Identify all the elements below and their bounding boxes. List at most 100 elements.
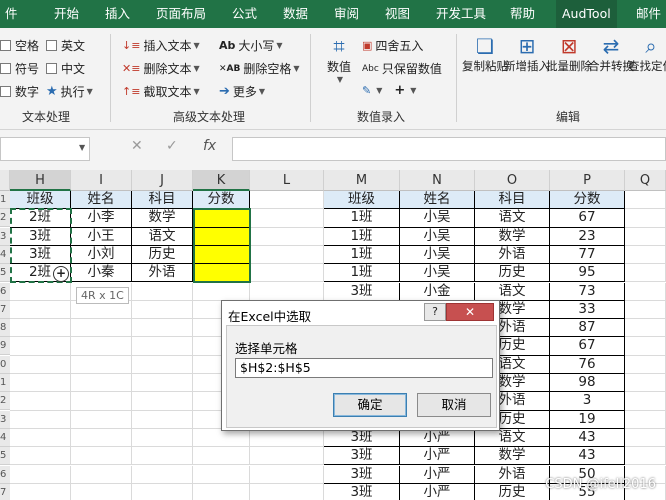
table-cell[interactable]: 3班	[324, 483, 400, 500]
table-cell[interactable]: 小金	[400, 282, 475, 301]
empty-cell[interactable]	[625, 300, 666, 320]
more-button[interactable]: ➔ 更多 ▼	[219, 83, 265, 100]
row-header[interactable]: 7	[0, 300, 10, 319]
table-cell[interactable]: 43	[550, 447, 625, 466]
empty-cell[interactable]	[625, 264, 666, 283]
empty-cell[interactable]	[10, 410, 71, 429]
empty-cell[interactable]	[132, 282, 193, 301]
row-header[interactable]: 2	[0, 392, 10, 411]
empty-cell[interactable]	[625, 319, 666, 338]
empty-cell[interactable]	[250, 282, 324, 301]
table-cell[interactable]: 小李	[71, 209, 132, 228]
table-cell[interactable]: 43	[550, 428, 625, 448]
row-header[interactable]: 4	[0, 245, 10, 264]
table-header-cell[interactable]: 科目	[132, 191, 193, 210]
table-header-cell[interactable]: 姓名	[71, 191, 132, 210]
table-cell[interactable]: 3班	[324, 282, 400, 301]
tab-view[interactable]: 视图	[383, 0, 412, 28]
empty-cell[interactable]	[132, 392, 193, 411]
tab-page-layout[interactable]: 页面布局	[154, 0, 208, 28]
empty-cell[interactable]	[10, 428, 71, 448]
empty-cell[interactable]	[250, 264, 324, 283]
empty-cell[interactable]	[250, 245, 324, 265]
empty-cell[interactable]	[132, 447, 193, 466]
empty-cell[interactable]	[625, 245, 666, 265]
empty-cell[interactable]	[625, 392, 666, 411]
table-cell[interactable]: 外语	[132, 264, 193, 283]
tab-insert[interactable]: 插入	[103, 0, 132, 28]
table-cell[interactable]: 3班	[324, 447, 400, 466]
empty-cell[interactable]	[132, 319, 193, 338]
empty-cell[interactable]	[71, 337, 132, 356]
table-header-cell[interactable]: 班级	[324, 191, 400, 210]
empty-cell[interactable]	[625, 428, 666, 448]
table-cell[interactable]: 67	[550, 337, 625, 356]
empty-cell[interactable]	[10, 300, 71, 320]
table-cell[interactable]: 数学	[475, 227, 550, 246]
table-cell[interactable]: 小严	[400, 465, 475, 484]
table-header-cell[interactable]: 班级	[10, 191, 71, 210]
tab-review[interactable]: 审阅	[332, 0, 361, 28]
copy-paste-button[interactable]: ❏ 复制粘贴	[462, 34, 508, 74]
table-cell[interactable]: 小秦	[71, 264, 132, 283]
table-cell[interactable]: 小严	[400, 483, 475, 500]
find-locate-button[interactable]: ⌕ 查找定位	[628, 34, 666, 74]
empty-cell[interactable]	[10, 465, 71, 484]
table-cell[interactable]: 小王	[71, 227, 132, 246]
column-header-Q[interactable]: Q	[625, 170, 666, 191]
empty-cell[interactable]	[625, 209, 666, 228]
table-cell[interactable]: 历史	[132, 245, 193, 265]
table-cell[interactable]: 历史	[475, 264, 550, 283]
insert-new-button[interactable]: ⊞ 新增插入	[504, 34, 550, 74]
empty-cell[interactable]	[132, 374, 193, 393]
tab-mailings[interactable]: 邮件	[634, 0, 663, 28]
help-button[interactable]: ?	[424, 303, 446, 321]
empty-cell[interactable]	[71, 355, 132, 374]
table-cell[interactable]: 历史	[475, 483, 550, 500]
table-cell[interactable]: 1班	[324, 209, 400, 228]
tab-home[interactable]: 开始	[52, 0, 81, 28]
table-cell[interactable]: 1班	[324, 264, 400, 283]
table-cell[interactable]: 19	[550, 410, 625, 429]
table-cell[interactable]: 语文	[475, 282, 550, 301]
empty-cell[interactable]	[193, 447, 250, 466]
empty-cell[interactable]	[250, 447, 324, 466]
empty-cell[interactable]	[132, 428, 193, 448]
empty-cell[interactable]	[10, 355, 71, 374]
table-cell[interactable]: 外语	[475, 465, 550, 484]
english-checkbox[interactable]: 英文	[46, 37, 85, 54]
row-header[interactable]: 1	[0, 191, 10, 209]
number-tools-buttons[interactable]: ✎ ▼ + ▼	[362, 83, 416, 98]
table-cell[interactable]: 98	[550, 374, 625, 393]
empty-cell[interactable]	[10, 447, 71, 466]
insert-text-button[interactable]: ↓≡ 插入文本 ▼	[122, 37, 200, 54]
empty-cell[interactable]	[625, 374, 666, 393]
table-cell[interactable]: 语文	[475, 428, 550, 448]
range-input[interactable]: $H$2:$H$5	[235, 358, 493, 378]
table-cell[interactable]: 3班	[324, 428, 400, 448]
empty-cell[interactable]	[250, 227, 324, 246]
table-cell[interactable]: 87	[550, 319, 625, 338]
table-cell[interactable]: 小吴	[400, 245, 475, 265]
empty-cell[interactable]	[10, 282, 71, 301]
table-cell[interactable]: 1班	[324, 245, 400, 265]
column-header-O[interactable]: O	[475, 170, 550, 191]
empty-cell[interactable]	[10, 337, 71, 356]
empty-cell[interactable]	[71, 447, 132, 466]
empty-cell[interactable]	[71, 319, 132, 338]
table-cell[interactable]: 76	[550, 355, 625, 374]
table-cell[interactable]: 数学	[475, 447, 550, 466]
merge-convert-button[interactable]: ⇄ 合并转换	[588, 34, 634, 74]
table-cell[interactable]: 67	[550, 209, 625, 228]
column-header-I[interactable]: I	[71, 170, 132, 191]
empty-cell[interactable]	[71, 392, 132, 411]
empty-cell[interactable]	[132, 300, 193, 320]
column-header-M[interactable]: M	[324, 170, 400, 191]
table-header-cell[interactable]: 科目	[475, 191, 550, 210]
empty-cell[interactable]	[132, 355, 193, 374]
table-cell[interactable]: 小刘	[71, 245, 132, 265]
table-cell[interactable]: 3班	[324, 465, 400, 484]
tab-developer[interactable]: 开发工具	[434, 0, 488, 28]
name-box[interactable]: ▼	[0, 137, 90, 161]
select-all-corner[interactable]	[0, 170, 10, 191]
